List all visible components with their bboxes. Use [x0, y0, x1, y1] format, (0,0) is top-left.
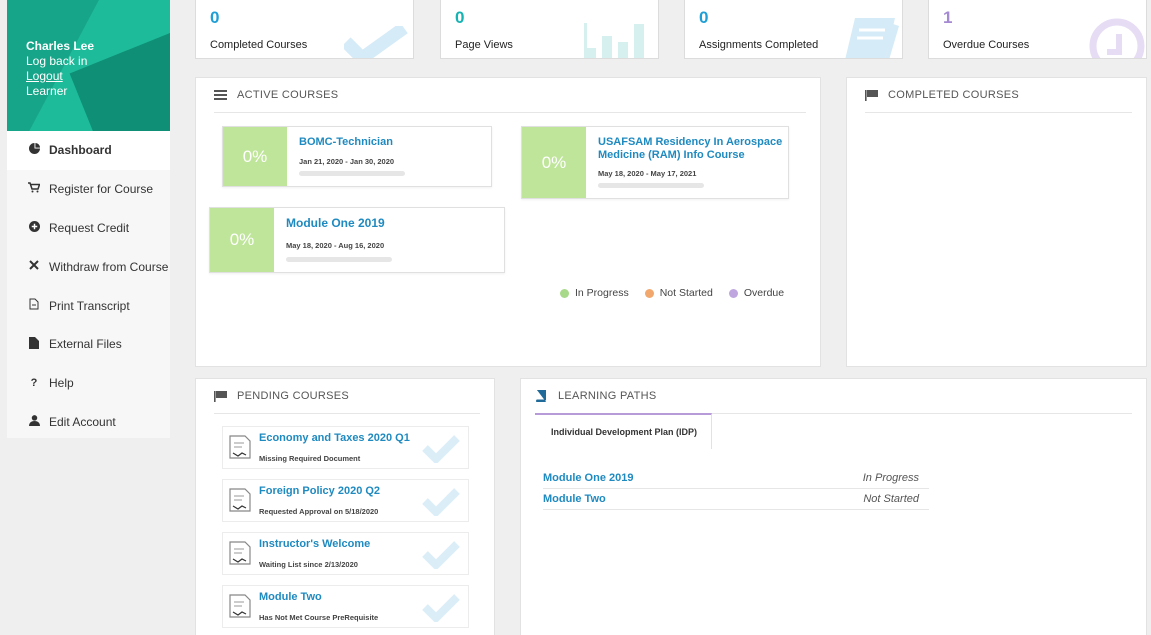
- pending-course-item[interactable]: Foreign Policy 2020 Q2 Requested Approva…: [222, 479, 469, 522]
- stat-label: Page Views: [455, 39, 513, 51]
- document-sign-icon: [229, 541, 251, 565]
- checkmark-icon: [422, 541, 460, 569]
- pending-course-title[interactable]: Foreign Policy 2020 Q2: [259, 485, 380, 497]
- file-icon: [27, 336, 41, 352]
- stat-label: Completed Courses: [210, 39, 308, 51]
- user-icon: [27, 415, 41, 429]
- stat-label: Overdue Courses: [943, 39, 1030, 51]
- course-progress: 0%: [223, 127, 287, 186]
- sidebar-item-dashboard[interactable]: Dashboard: [7, 131, 170, 170]
- pending-course-item[interactable]: Instructor's Welcome Waiting List since …: [222, 532, 469, 575]
- profile-banner: Charles Lee Log back in Logout Learner: [7, 0, 170, 131]
- legend-item: In Progress: [560, 287, 629, 299]
- course-title[interactable]: USAFSAM Residency In Aerospace Medicine (…: [598, 136, 782, 162]
- bar-chart-icon: [584, 23, 644, 58]
- stat-overdue-courses: 1 Overdue Courses: [928, 0, 1147, 59]
- active-courses-panel: ACTIVE COURSES 0% BOMC-Technician Jan 21…: [195, 77, 821, 367]
- tab-idp[interactable]: Individual Development Plan (IDP): [535, 413, 712, 449]
- progress-bar: [598, 183, 704, 188]
- flag-icon: [214, 390, 228, 402]
- plus-circle-icon: [27, 220, 41, 235]
- panel-title: LEARNING PATHS: [558, 390, 657, 402]
- sidebar-item-edit-account[interactable]: Edit Account: [7, 403, 170, 442]
- stat-value: 1: [943, 8, 953, 27]
- panel-title: PENDING COURSES: [237, 390, 350, 402]
- checkmark-icon: [422, 594, 460, 622]
- user-role: Learner: [26, 84, 68, 98]
- course-title[interactable]: Module One 2019: [286, 217, 385, 230]
- course-card[interactable]: 0% USAFSAM Residency In Aerospace Medicin…: [521, 126, 789, 199]
- progress-bar: [286, 257, 392, 262]
- pending-course-item[interactable]: Module Two Has Not Met Course PreRequisi…: [222, 585, 469, 628]
- course-dates: May 18, 2020 - May 17, 2021: [598, 169, 697, 178]
- learning-path-row[interactable]: Module One 2019 In Progress: [543, 468, 929, 489]
- logout-link[interactable]: Logout: [26, 69, 94, 84]
- document-icon: [27, 298, 41, 313]
- legend-item: Overdue: [728, 287, 784, 299]
- status-legend: In Progress Not Started Overdue: [560, 287, 800, 299]
- close-icon: [27, 260, 41, 273]
- checkmark-icon: [422, 435, 460, 463]
- pending-course-item[interactable]: Economy and Taxes 2020 Q1 Missing Requir…: [222, 426, 469, 469]
- clock-icon: [1089, 18, 1145, 58]
- list-icon: [214, 90, 228, 100]
- panel-title: COMPLETED COURSES: [888, 89, 1020, 101]
- document-sign-icon: [229, 594, 251, 618]
- panel-title: ACTIVE COURSES: [237, 89, 339, 101]
- learning-path-name[interactable]: Module One 2019: [543, 472, 633, 484]
- course-dates: May 18, 2020 - Aug 16, 2020: [286, 241, 385, 250]
- pending-course-status: Requested Approval on 5/18/2020: [259, 507, 379, 516]
- course-card[interactable]: 0% BOMC-Technician Jan 21, 2020 - Jan 30…: [222, 126, 492, 187]
- course-title[interactable]: BOMC-Technician: [299, 136, 393, 149]
- course-progress: 0%: [522, 127, 586, 198]
- sidebar-item-print-transcript[interactable]: Print Transcript: [7, 286, 170, 325]
- course-dates: Jan 21, 2020 - Jan 30, 2020: [299, 157, 395, 166]
- pending-course-title[interactable]: Module Two: [259, 591, 322, 603]
- book-icon: [535, 390, 549, 402]
- sidebar: Charles Lee Log back in Logout Learner D…: [7, 0, 170, 438]
- progress-bar: [299, 171, 405, 176]
- document-sign-icon: [229, 435, 251, 459]
- stat-value: 0: [699, 8, 709, 27]
- flag-icon: [865, 89, 879, 101]
- sidebar-item-external-files[interactable]: External Files: [7, 325, 170, 364]
- legend-item: Not Started: [644, 287, 713, 299]
- user-name: Charles Lee: [26, 39, 95, 53]
- learning-paths-panel: LEARNING PATHS Individual Development Pl…: [520, 378, 1147, 635]
- document-sign-icon: [229, 488, 251, 512]
- checkmark-icon: [344, 26, 408, 58]
- completed-courses-panel: COMPLETED COURSES: [846, 77, 1147, 367]
- stat-value: 0: [455, 8, 465, 27]
- learning-path-status: In Progress: [862, 472, 919, 484]
- course-card[interactable]: 0% Module One 2019 May 18, 2020 - Aug 16…: [209, 207, 505, 273]
- checkmark-icon: [422, 488, 460, 516]
- stat-completed-courses: 0 Completed Courses: [195, 0, 414, 59]
- pending-course-title[interactable]: Economy and Taxes 2020 Q1: [259, 432, 410, 444]
- question-icon: ?: [30, 377, 38, 390]
- stat-assignments-completed: 0 Assignments Completed: [684, 0, 903, 59]
- learning-path-name[interactable]: Module Two: [543, 493, 606, 505]
- log-back-in-link[interactable]: Log back in: [26, 54, 94, 69]
- cart-icon: [27, 182, 41, 196]
- sidebar-item-request-credit[interactable]: Request Credit: [7, 209, 170, 248]
- pending-course-title[interactable]: Instructor's Welcome: [259, 538, 370, 550]
- stat-label: Assignments Completed: [699, 39, 819, 51]
- pending-course-status: Waiting List since 2/13/2020: [259, 560, 358, 569]
- pending-course-status: Missing Required Document: [259, 454, 361, 463]
- sidebar-item-withdraw[interactable]: Withdraw from Course: [7, 247, 170, 286]
- stat-page-views: 0 Page Views: [440, 0, 659, 59]
- learning-path-status: Not Started: [863, 493, 919, 505]
- sidebar-item-register[interactable]: Register for Course: [7, 170, 170, 209]
- notebook-icon: [845, 18, 899, 58]
- pending-courses-panel: PENDING COURSES Economy and Taxes 2020 Q…: [195, 378, 495, 635]
- pie-chart-icon: [27, 143, 41, 157]
- pending-course-status: Has Not Met Course PreRequisite: [259, 613, 379, 622]
- learning-path-row[interactable]: Module Two Not Started: [543, 489, 929, 510]
- sidebar-item-help[interactable]: ? Help: [7, 364, 170, 403]
- stat-value: 0: [210, 8, 220, 27]
- course-progress: 0%: [210, 208, 274, 272]
